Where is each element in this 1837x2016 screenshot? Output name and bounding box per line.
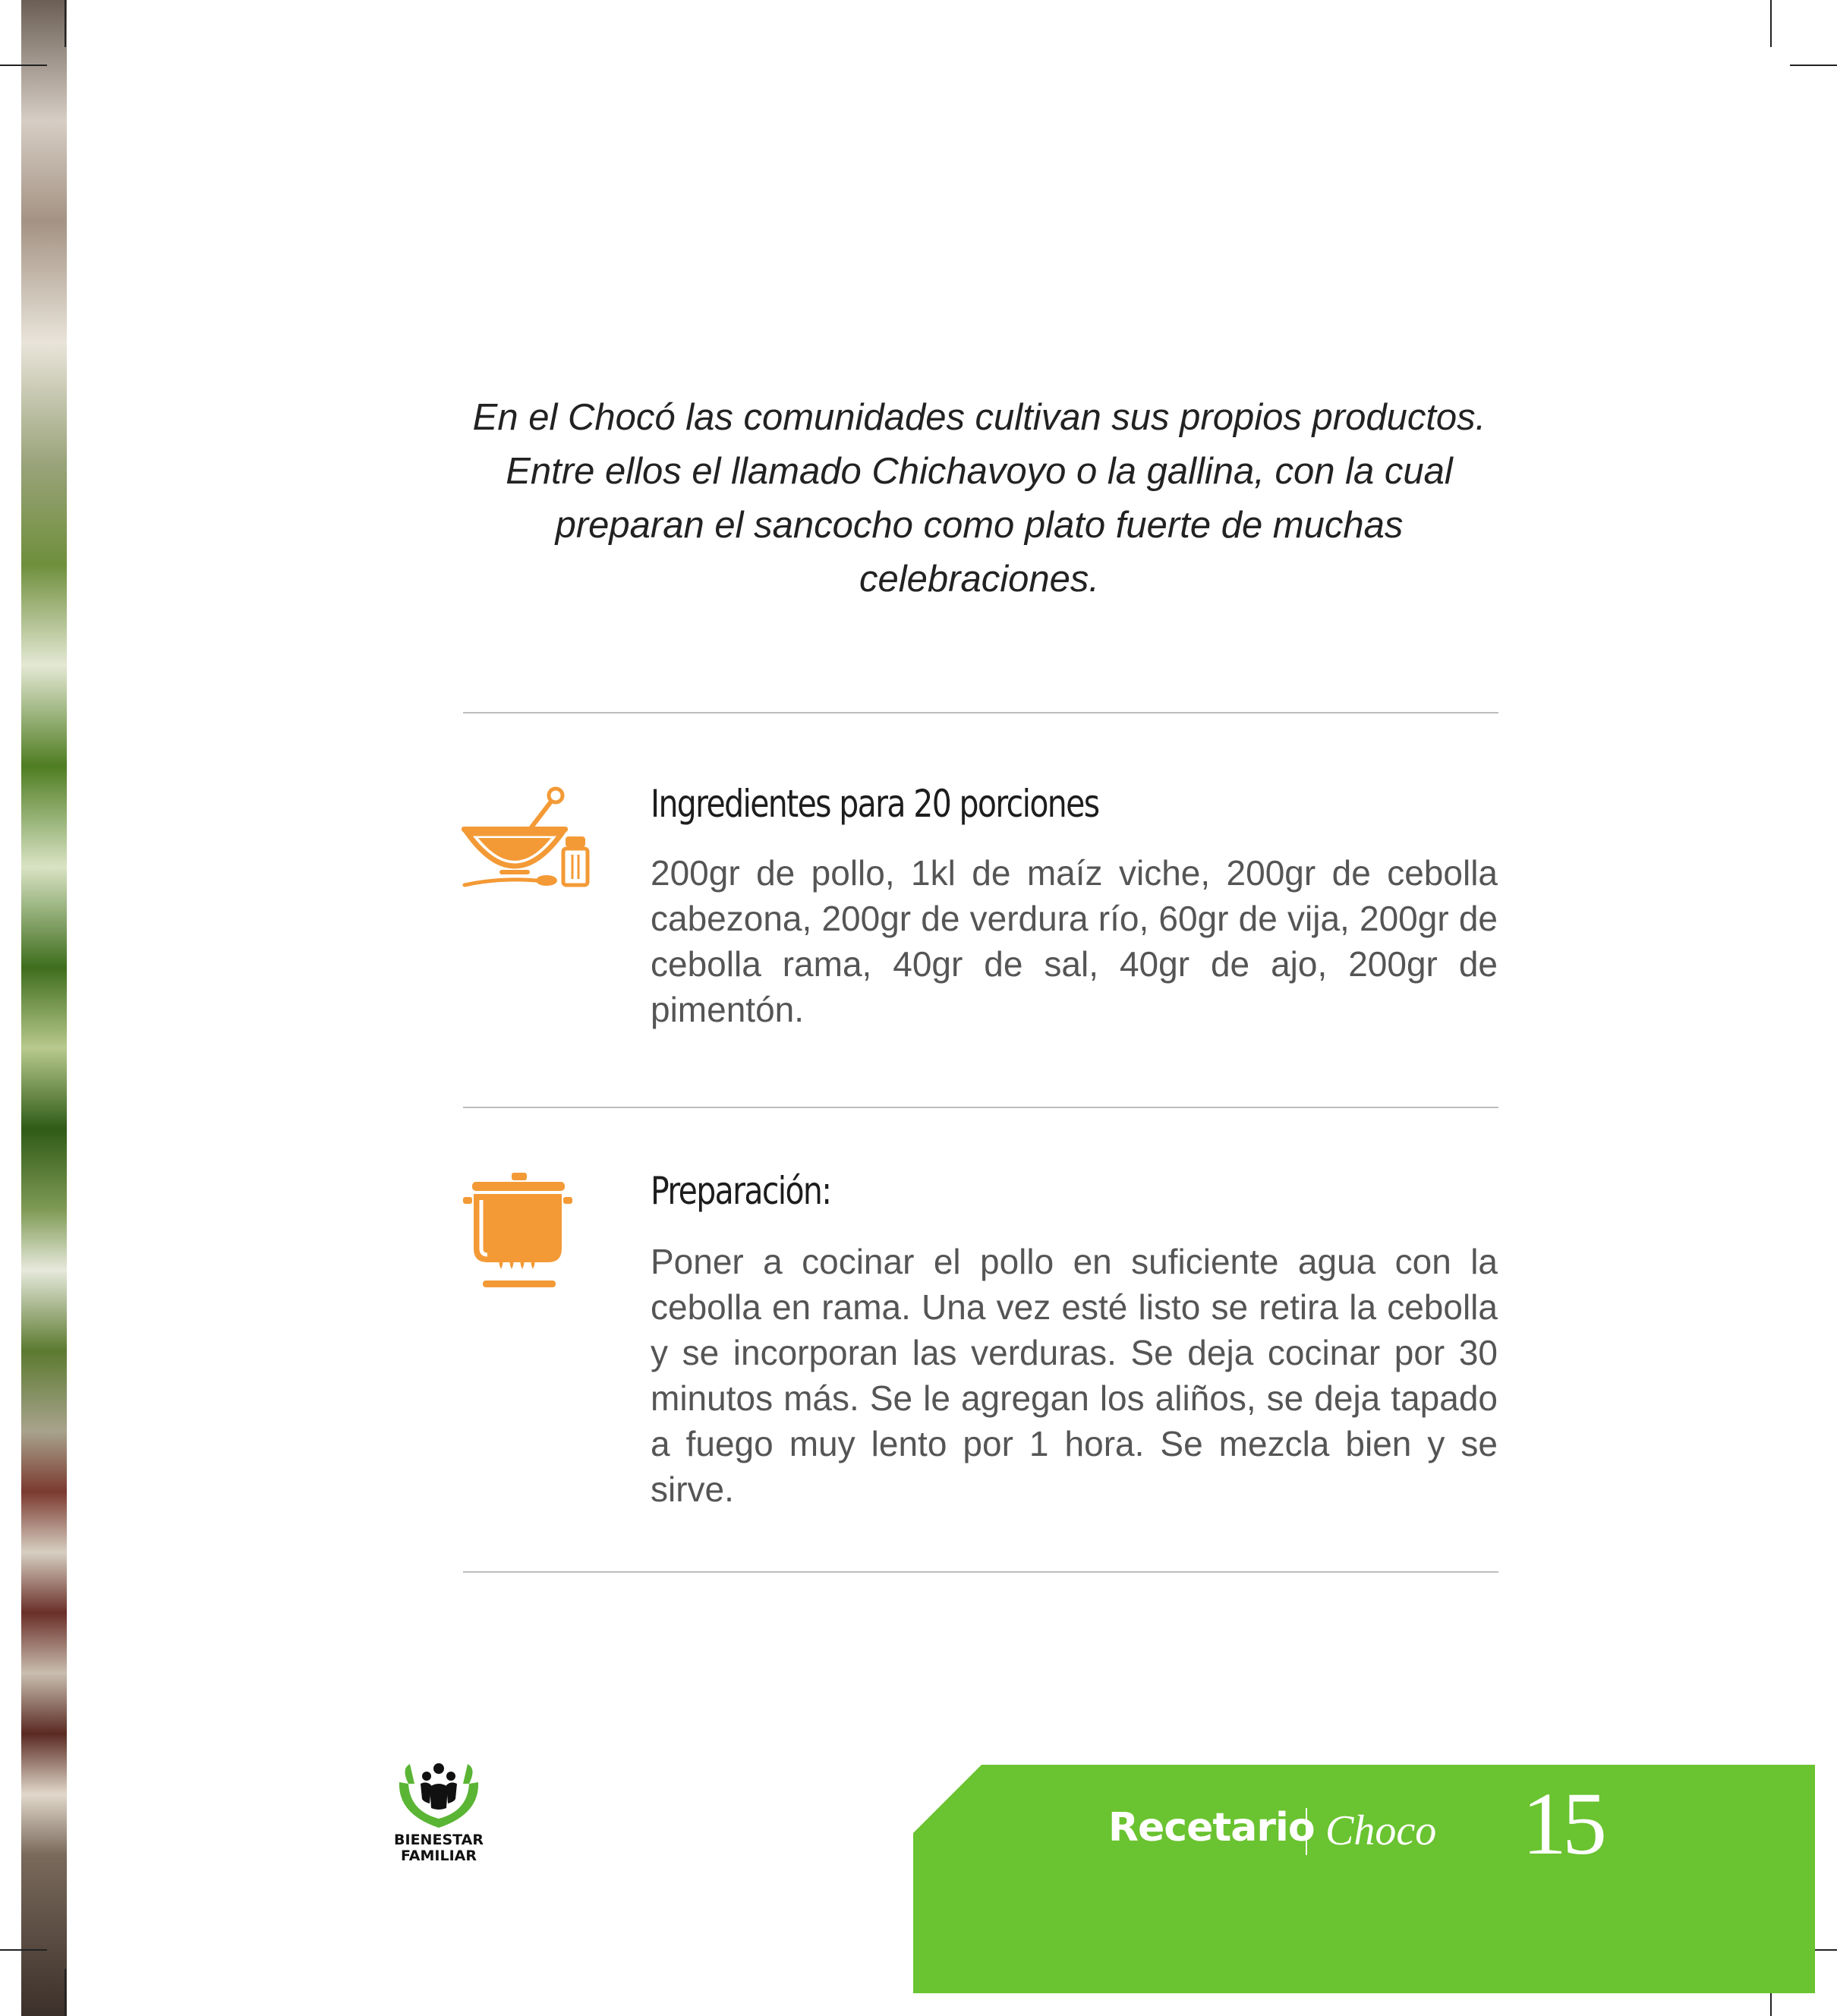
footer-title: Recetario [1108, 1805, 1316, 1851]
crop-mark [65, 1969, 66, 2016]
divider [463, 1571, 1498, 1573]
divider [463, 1107, 1498, 1108]
crop-mark [65, 0, 66, 47]
cooking-pot-icon [463, 1173, 572, 1287]
ingredients-text: 200gr de pollo, 1kl de maíz viche, 200gr… [651, 853, 1498, 1029]
logo-text-line1: BIENESTAR [394, 1832, 484, 1848]
ingredients-title: Ingredientes para 20 porciones [651, 782, 1100, 826]
intro-text: En el Chocó las comunidades cultivan sus… [472, 397, 1486, 600]
crop-mark [1770, 0, 1772, 47]
preparation-title: Preparación: [651, 1169, 832, 1213]
page-number: 15 [1522, 1774, 1607, 1873]
bienestar-familiar-logo [399, 1763, 479, 1828]
divider [463, 712, 1498, 713]
footer-region: Choco [1325, 1807, 1437, 1854]
crop-mark [0, 1949, 47, 1951]
footer-band [913, 1765, 1815, 1993]
side-photo-strip [21, 0, 67, 2016]
crop-mark [0, 65, 47, 66]
logo-text-line2: FAMILIAR [401, 1847, 477, 1864]
footer-separator [1306, 1808, 1307, 1855]
crop-mark [1790, 65, 1837, 66]
preparation-text: Poner a cocinar el pollo en suficiente a… [651, 1242, 1498, 1509]
mortar-bowl-salt-icon [462, 786, 590, 887]
